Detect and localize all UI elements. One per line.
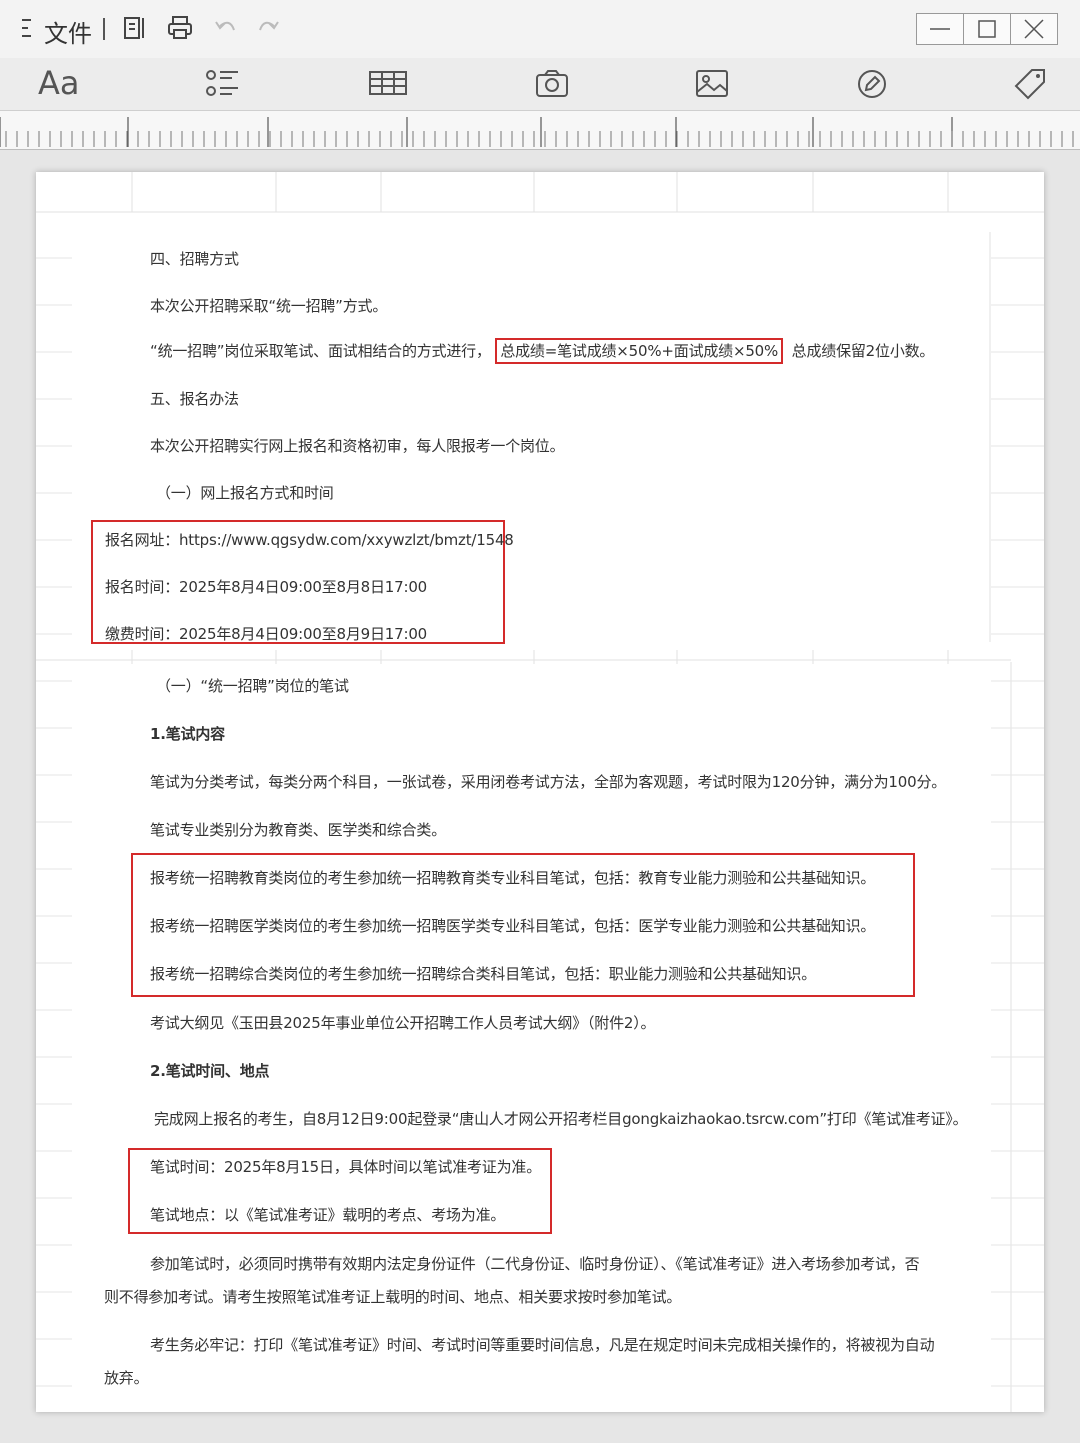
image-icon[interactable] <box>694 66 730 102</box>
print-icon[interactable] <box>166 14 194 42</box>
ruler <box>0 110 1080 150</box>
preview-icon[interactable] <box>122 14 150 42</box>
title-bar: 文件 <box>0 0 1080 59</box>
file-menu[interactable]: 文件 <box>44 14 92 49</box>
paragraph: 报考统一招聘教育类岗位的考生参加统一招聘教育类专业科目笔试，包括：教育专业能力测… <box>150 869 876 887</box>
section-heading: 四、招聘方式 <box>150 250 239 268</box>
redo-icon[interactable] <box>254 14 282 42</box>
text-span: “统一招聘”岗位采取笔试、面试相结合的方式进行， <box>150 342 491 360</box>
paragraph: 考试大纲见《玉田县2025年事业单位公开招聘工作人员考试大纲》（附件2）。 <box>150 1014 656 1032</box>
subheading-bold: 1.笔试内容 <box>150 725 225 743</box>
subheading: （一）网上报名方式和时间 <box>156 484 334 502</box>
paragraph: 则不得参加考试。请考生按照笔试准考证上载明的时间、地点、相关要求按时参加笔试。 <box>104 1288 682 1306</box>
menu-icon[interactable] <box>22 16 34 46</box>
format-toolbar: Aa <box>0 58 1080 110</box>
registration-time: 报名时间：2025年8月4日09:00至8月8日17:00 <box>105 578 428 596</box>
edit-icon[interactable] <box>854 66 890 102</box>
paragraph: 报考统一招聘医学类岗位的考生参加统一招聘医学类专业科目笔试，包括：医学专业能力测… <box>150 917 876 935</box>
font-style-button[interactable]: Aa <box>38 64 80 102</box>
text-span: 总成绩保留2位小数。 <box>791 342 935 360</box>
close-icon[interactable] <box>1011 14 1057 44</box>
paragraph: 报考统一招聘综合类岗位的考生参加统一招聘综合类科目笔试，包括：职业能力测验和公共… <box>150 965 817 983</box>
exam-place: 笔试地点：以《笔试准考证》载明的考点、考场为准。 <box>150 1206 506 1224</box>
minimize-icon[interactable] <box>917 14 964 44</box>
maximize-icon[interactable] <box>964 14 1011 44</box>
paragraph: “统一招聘”岗位采取笔试、面试相结合的方式进行， 总成绩=笔试成绩×50%+面试… <box>150 338 935 364</box>
highlighted-formula: 总成绩=笔试成绩×50%+面试成绩×50% <box>495 338 784 364</box>
subheading-bold: 2.笔试时间、地点 <box>150 1062 270 1080</box>
exam-date: 笔试时间：2025年8月15日，具体时间以笔试准考证为准。 <box>150 1158 542 1176</box>
subheading: （一）“统一招聘”岗位的笔试 <box>156 677 349 695</box>
list-icon[interactable] <box>204 66 242 102</box>
paragraph: 笔试为分类考试，每类分两个科目，一张试卷，采用闭卷考试方法，全部为客观题，考试时… <box>150 773 947 791</box>
payment-time: 缴费时间：2025年8月4日09:00至8月9日17:00 <box>105 625 428 643</box>
paragraph: 笔试专业类别分为教育类、医学类和综合类。 <box>150 821 447 839</box>
document-page: 四、招聘方式 本次公开招聘采取“统一招聘”方式。 “统一招聘”岗位采取笔试、面试… <box>36 172 1044 1412</box>
paragraph: 参加笔试时，必须同时携带有效期内法定身份证件（二代身份证、临时身份证）、《笔试准… <box>150 1255 920 1273</box>
paragraph: 考生务必牢记：打印《笔试准考证》时间、考试时间等重要时间信息，凡是在规定时间未完… <box>150 1336 935 1354</box>
tag-icon[interactable] <box>1012 66 1048 102</box>
undo-icon[interactable] <box>212 14 240 42</box>
table-icon[interactable] <box>368 66 408 102</box>
paragraph: 完成网上报名的考生，自8月12日9:00起登录“唐山人才网公开招考栏目gongk… <box>154 1110 968 1128</box>
paragraph: 本次公开招聘采取“统一招聘”方式。 <box>150 297 388 315</box>
registration-url: 报名网址：https://www.qgsydw.com/xxywzlzt/bmz… <box>105 531 514 549</box>
camera-icon[interactable] <box>534 66 570 102</box>
section-heading: 五、报名办法 <box>150 390 239 408</box>
paragraph: 本次公开招聘实行网上报名和资格初审，每人限报考一个岗位。 <box>150 437 565 455</box>
paragraph: 放弃。 <box>104 1369 149 1387</box>
toolbar-separator <box>103 18 105 40</box>
window-controls <box>916 13 1058 45</box>
